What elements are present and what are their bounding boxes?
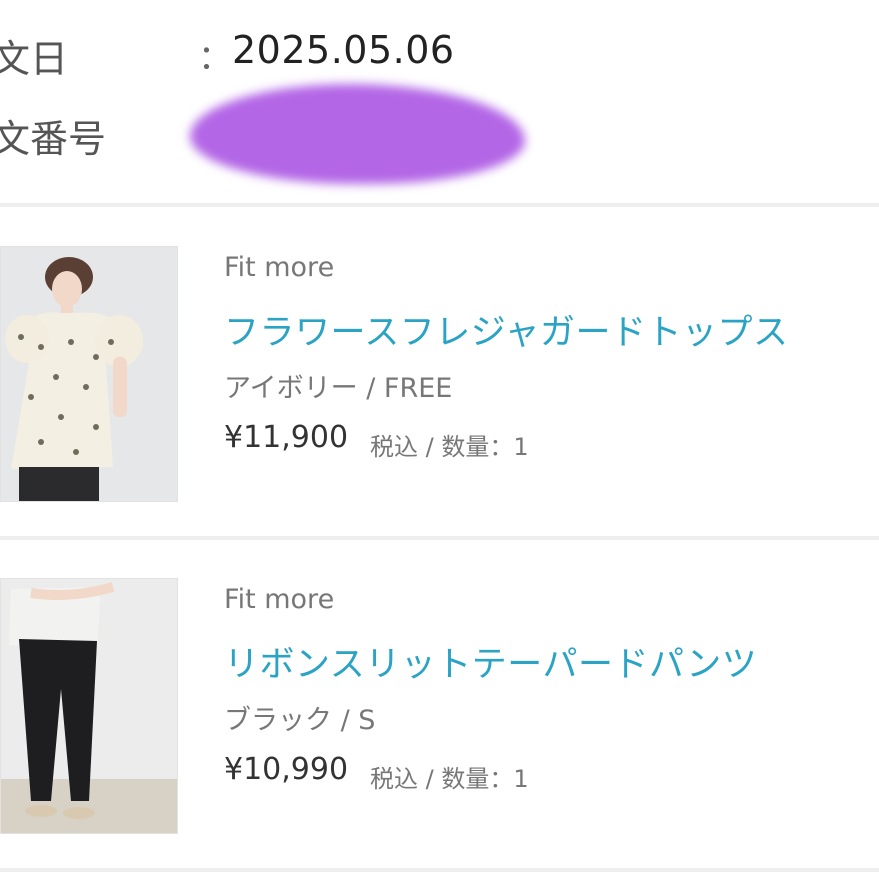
item-variant: ブラック / S (224, 705, 376, 736)
item-price: ¥11,900 (224, 420, 349, 455)
item-brand: Fit more (224, 252, 335, 283)
order-date-label: 文日 (0, 37, 69, 81)
order-date-value: 2025.05.06 (232, 28, 455, 72)
item-divider (0, 536, 879, 540)
item-name-link[interactable]: リボンスリットテーパードパンツ (224, 636, 757, 687)
order-item: Fit more リボンスリットテーパードパンツ ブラック / S ¥10,99… (0, 576, 879, 836)
item-price: ¥10,990 (224, 752, 349, 787)
product-image[interactable] (0, 246, 178, 502)
item-name-link[interactable]: フラワースフレジャガードトップス (224, 304, 789, 355)
product-image[interactable] (0, 578, 178, 834)
item-tax-quantity: 税込 / 数量：1 (370, 765, 529, 793)
item-variant: アイボリー / FREE (224, 373, 453, 404)
order-item: Fit more フラワースフレジャガードトップス アイボリー / FREE ¥… (0, 244, 879, 504)
order-date-row: 文日 ： 2025.05.06 (0, 28, 879, 81)
blouse-photo-illustration (1, 247, 177, 501)
section-divider (0, 203, 879, 207)
order-date-separator: ： (198, 38, 232, 78)
order-number-label: 文番号 (0, 117, 107, 161)
item-brand: Fit more (224, 584, 335, 615)
pants-photo-illustration (1, 579, 177, 833)
item-tax-quantity: 税込 / 数量：1 (370, 433, 529, 461)
item-divider (0, 868, 879, 872)
redaction-scribble (190, 84, 525, 184)
